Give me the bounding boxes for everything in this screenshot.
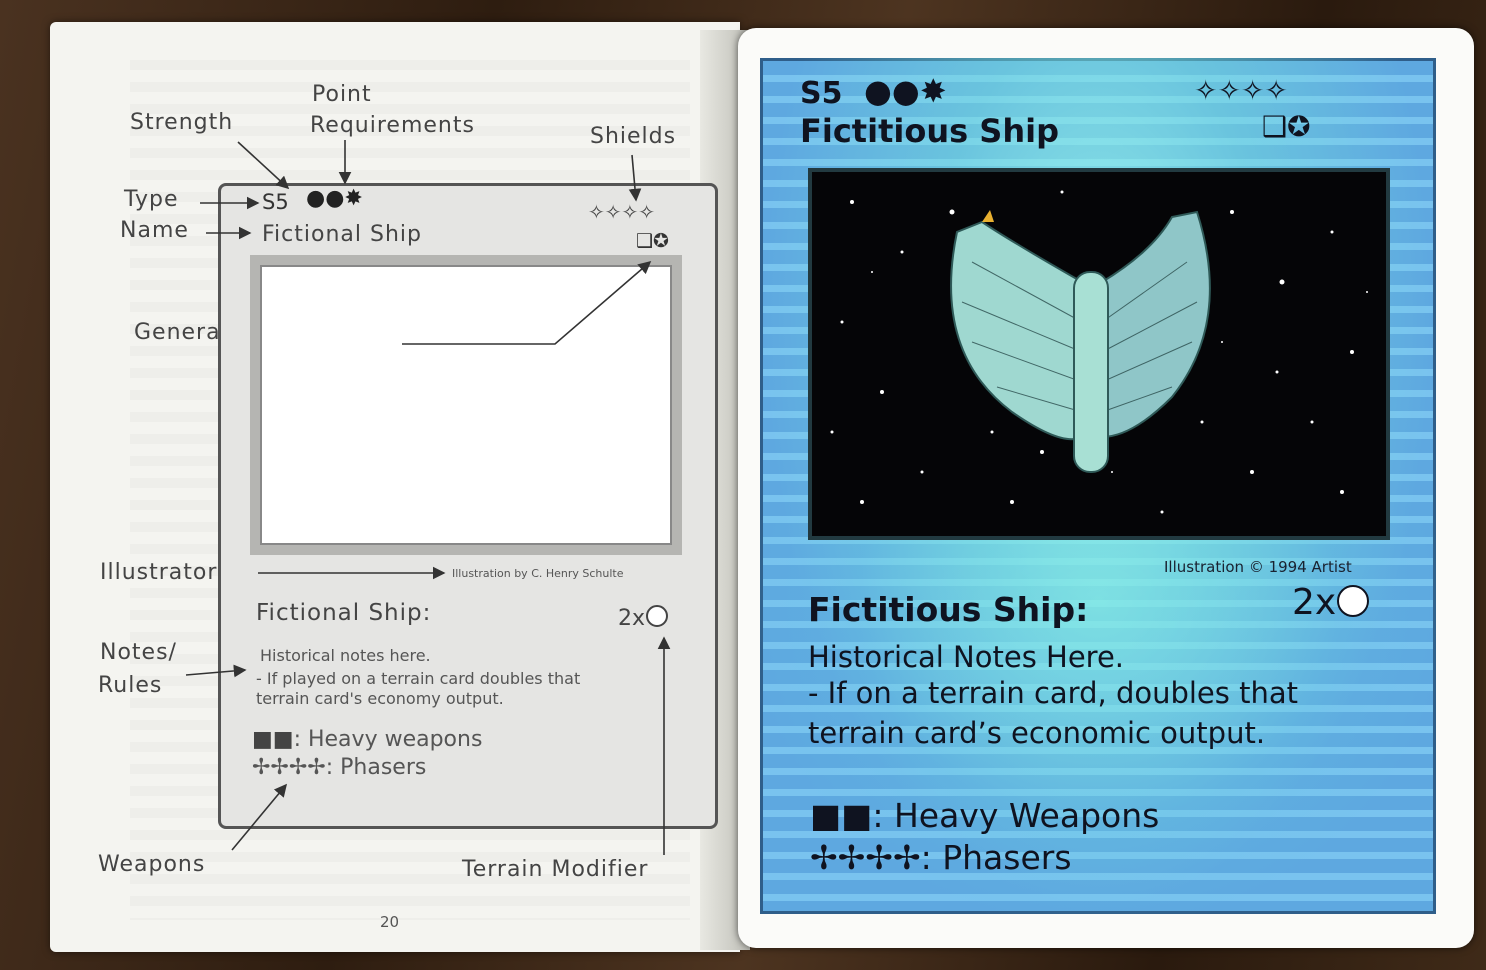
card-illustration-credit: Illustration © 1994 Artist xyxy=(1164,558,1352,576)
terrain-circle-icon xyxy=(1337,585,1370,617)
card-illustration xyxy=(808,168,1390,540)
arrow-generated-points xyxy=(402,260,652,345)
card-point-requirements: ●●✸ xyxy=(864,72,947,110)
card-weapon-1-text: : Heavy Weapons xyxy=(872,796,1160,835)
card-generated-points: ❑✪ xyxy=(1262,110,1311,143)
starship-illustration xyxy=(830,190,1368,514)
card-weapon-2-text: : Phasers xyxy=(920,838,1072,877)
card-title2: Fictitious Ship: xyxy=(808,590,1089,629)
card-name: Fictitious Ship xyxy=(800,112,1059,150)
card-shields: ✧✧✧✧ xyxy=(1194,74,1288,107)
card-modifier-text: 2x xyxy=(1292,582,1337,623)
card-modifier: 2x xyxy=(1292,582,1370,623)
card-weapon-2: ✢✢✢✢: Phasers xyxy=(810,838,1072,877)
heavy-weapons-icon: ■■ xyxy=(810,796,873,835)
card-type-strength: S5 xyxy=(800,76,843,111)
arrow-strength xyxy=(237,141,290,190)
photo-scene: Point Requirements Strength Shields Type… xyxy=(0,0,1486,970)
starship xyxy=(950,210,1211,473)
phasers-icon: ✢✢✢✢ xyxy=(810,838,921,877)
arrow-weapons xyxy=(231,783,288,851)
arrow-shields xyxy=(628,154,642,202)
card-notes-line-3: terrain card’s economic output. xyxy=(808,716,1266,750)
card-notes-line-1: Historical Notes Here. xyxy=(808,640,1125,674)
card-notes-line-2: - If on a terrain card, doubles that xyxy=(808,676,1298,710)
arrow-notes xyxy=(185,664,247,678)
card-weapon-1: ■■: Heavy Weapons xyxy=(810,796,1159,835)
